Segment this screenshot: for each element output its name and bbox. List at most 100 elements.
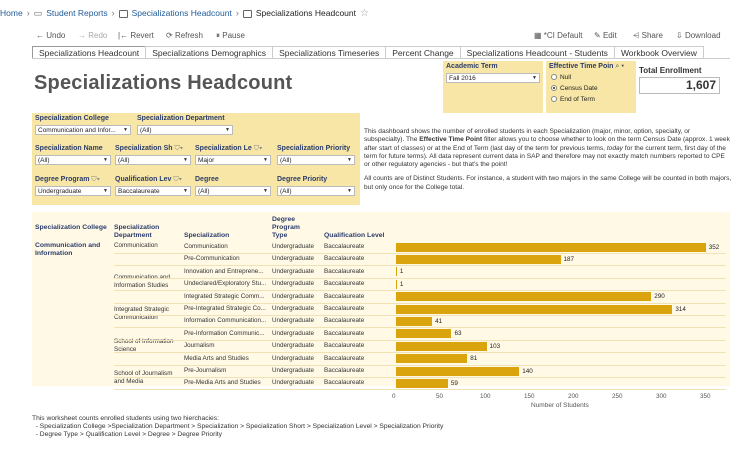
dropdown-arrow-icon: ▼ [103, 157, 108, 163]
x-axis-title: Number of Students [531, 401, 589, 409]
filter-menu-icon[interactable]: ⌕ ▾ [615, 63, 624, 70]
bar-value-label: 314 [675, 305, 686, 313]
redo-button[interactable]: → Redo [78, 31, 107, 40]
parent-workbook-link[interactable]: Specializations Headcount [132, 8, 232, 18]
academic-term-value: Fall 2016 [449, 75, 476, 82]
share-label: Share [641, 31, 663, 40]
student-reports-link[interactable]: Student Reports [46, 8, 107, 18]
description-italic: today [606, 144, 623, 152]
spec-level-label: Specialization Le ⛉▾ [195, 145, 262, 153]
folder-icon: ▭ [33, 7, 43, 18]
total-enrollment-label: Total Enrollment [639, 66, 702, 75]
spec-name-value: (All) [38, 157, 50, 164]
edit-button[interactable]: ✎ Edit [594, 31, 617, 40]
filter-funnel-icon[interactable]: ⛉▾ [91, 176, 100, 183]
row-divider [114, 327, 726, 329]
col-header-college: Specialization College [35, 224, 107, 231]
col-header-degree-program-type: Degree Program Type [272, 216, 300, 239]
filter-funnel-icon[interactable]: ⛉▾ [173, 176, 182, 183]
qual-level-text: Qualification Lev [115, 176, 172, 183]
headcount-bar[interactable] [396, 304, 673, 314]
spec-priority-dropdown[interactable]: (All) ▼ [277, 155, 355, 165]
degree-priority-dropdown[interactable]: (All) ▼ [277, 186, 355, 196]
degree-label: Degree [195, 176, 219, 183]
degree-dropdown[interactable]: (All) ▼ [195, 186, 271, 196]
degree-priority-label: Degree Priority [277, 176, 328, 183]
spec-short-value: (All) [118, 157, 130, 164]
home-link[interactable]: Home [0, 8, 23, 18]
degree-type-cell: Undergraduate [272, 267, 315, 275]
radio-census-date[interactable]: Census Date [551, 85, 598, 92]
revert-label: Revert [130, 31, 154, 40]
spec-name-dropdown[interactable]: (All) ▼ [35, 155, 111, 165]
total-enrollment-value: 1,607 [639, 77, 720, 94]
radio-end-of-term[interactable]: End of Term [551, 96, 595, 103]
pause-label: Pause [222, 31, 245, 40]
degree-type-cell: Undergraduate [272, 379, 315, 387]
download-label: Download [684, 31, 721, 40]
spec-short-dropdown[interactable]: (All) ▼ [115, 155, 191, 165]
filter-funnel-icon[interactable]: ⛉▾ [175, 145, 184, 152]
radio-selected-icon [551, 85, 557, 91]
spec-name-label: Specialization Name [35, 145, 103, 152]
headcount-bar[interactable] [396, 279, 397, 289]
col-header-department: Specialization Department [114, 224, 160, 239]
custom-view-button[interactable]: ▦ *CI Default [534, 31, 582, 40]
academic-term-dropdown[interactable]: Fall 2016 ▼ [446, 73, 540, 83]
qualification-cell: Baccalaureate [324, 354, 365, 362]
radio-circle-icon [551, 96, 557, 102]
headcount-bar[interactable] [396, 354, 468, 364]
pause-button[interactable]: ⏸ Pause [216, 31, 245, 41]
headcount-bar[interactable] [396, 254, 561, 264]
degree-program-dropdown[interactable]: Undergraduate ▼ [35, 186, 111, 196]
download-button[interactable]: ⇩ Download [676, 31, 721, 40]
row-divider [114, 364, 726, 366]
view-icon [242, 10, 252, 18]
college-cell: Communication and Information [35, 242, 101, 257]
dropdown-arrow-icon: ▼ [263, 157, 268, 163]
share-button[interactable]: ⩤ Share [633, 31, 663, 41]
degree-type-cell: Undergraduate [272, 292, 315, 300]
bar-value-label: 187 [563, 255, 575, 263]
headcount-bar[interactable] [396, 341, 487, 351]
qual-level-value: Baccalaureate [118, 188, 160, 195]
radio-null[interactable]: Null [551, 74, 571, 81]
refresh-button[interactable]: ⟳ Refresh [166, 31, 203, 40]
headcount-bar[interactable] [396, 267, 397, 277]
filter-funnel-icon[interactable]: ⛉▾ [254, 145, 263, 152]
x-tick-label: 150 [524, 392, 535, 400]
headcount-bar[interactable] [396, 292, 652, 302]
bar-value-label: 41 [435, 317, 443, 325]
bar-value-label: 1 [399, 280, 404, 288]
specialization-cell: Pre-Information Communic... [184, 329, 265, 337]
spec-department-dropdown[interactable]: (All) ▼ [137, 125, 233, 135]
specialization-cell: Communication [184, 243, 228, 250]
qual-level-dropdown[interactable]: Baccalaureate ▼ [115, 186, 191, 196]
department-cell: Communication and Information Studies [114, 274, 170, 289]
favorite-star-icon[interactable]: ☆ [360, 8, 369, 19]
toolbar: ← Undo → Redo |← Revert ⟳ Refresh ⏸ Paus… [0, 28, 740, 44]
revert-button[interactable]: |← Revert [118, 31, 154, 40]
bar-value-label: 59 [450, 379, 458, 387]
degree-program-label: Degree Program ⛉▾ [35, 176, 100, 184]
degree-type-cell: Undergraduate [272, 243, 315, 250]
undo-button[interactable]: ← Undo [36, 31, 65, 40]
headcount-bar[interactable] [396, 366, 520, 376]
dashboard-description: This dashboard shows the number of enrol… [364, 128, 732, 198]
row-divider [114, 290, 726, 292]
headcount-bar[interactable] [396, 316, 433, 326]
department-cell: School of Journalism and Media [114, 370, 173, 385]
degree-type-cell: Undergraduate [272, 317, 315, 325]
qualification-cell: Baccalaureate [324, 379, 365, 387]
department-cell: Communication [114, 242, 158, 249]
specialization-cell: Media Arts and Studies [184, 354, 249, 362]
spec-college-dropdown[interactable]: Communication and Infor... ▼ [35, 125, 131, 135]
headcount-bar[interactable] [396, 329, 452, 339]
x-tick-label: 350 [700, 392, 711, 400]
specialization-cell: Pre-Integrated Strategic Co... [184, 305, 266, 312]
headcount-bar[interactable] [396, 242, 706, 252]
effective-time-point-filter: Effective Time Poin ⌕ ▾ Null Census Date… [546, 61, 636, 113]
edit-label: Edit [602, 31, 617, 40]
headcount-bar[interactable] [396, 378, 448, 388]
spec-level-dropdown[interactable]: Major ▼ [195, 155, 271, 165]
